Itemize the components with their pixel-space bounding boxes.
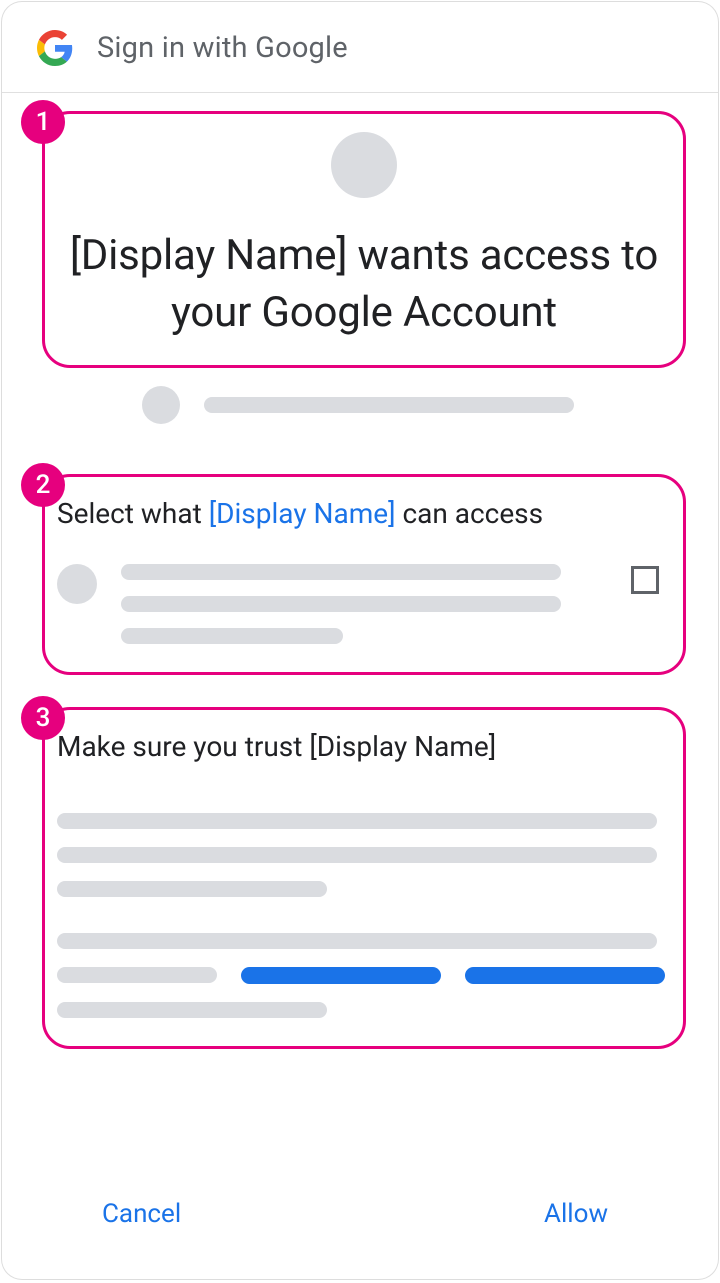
header: Sign in with Google [2,2,718,93]
trust-link-placeholder[interactable] [465,967,665,984]
scopes-heading: Select what [Display Name] can access [57,497,659,530]
trust-text-placeholder [57,933,657,949]
trust-text-placeholder [57,1002,327,1018]
google-logo-icon [37,30,73,66]
cancel-button[interactable]: Cancel [90,1191,193,1237]
trust-text-placeholder [57,881,327,897]
allow-button[interactable]: Allow [532,1191,620,1237]
trust-text-placeholder [57,967,217,983]
callout-1: 1 [Display Name] wants access to your Go… [42,111,686,368]
consent-heading: [Display Name] wants access to your Goog… [55,228,673,341]
account-email-placeholder [204,397,574,413]
callout-badge-1: 1 [21,100,65,144]
scope-text-placeholder [121,564,561,580]
account-chip[interactable] [142,386,668,424]
action-bar: Cancel Allow [2,1191,718,1237]
trust-text-placeholder [57,813,657,829]
scope-item [57,564,659,644]
trust-link-placeholder[interactable] [241,967,441,984]
scope-text-placeholder [121,596,561,612]
scope-icon [57,564,97,604]
trust-text-placeholder [57,847,657,863]
app-avatar-placeholder [331,132,397,198]
trust-heading: Make sure you trust [Display Name] [57,730,665,763]
header-title: Sign in with Google [97,31,348,65]
callout-3: 3 Make sure you trust [Display Name] [42,707,686,1049]
user-avatar-placeholder [142,386,180,424]
app-name-link[interactable]: [Display Name] [209,497,396,530]
scope-text-placeholder [121,628,343,644]
consent-dialog: Sign in with Google 1 [Display Name] wan… [2,2,718,1279]
callout-2: 2 Select what [Display Name] can access [42,474,686,675]
scope-checkbox[interactable] [631,566,659,594]
